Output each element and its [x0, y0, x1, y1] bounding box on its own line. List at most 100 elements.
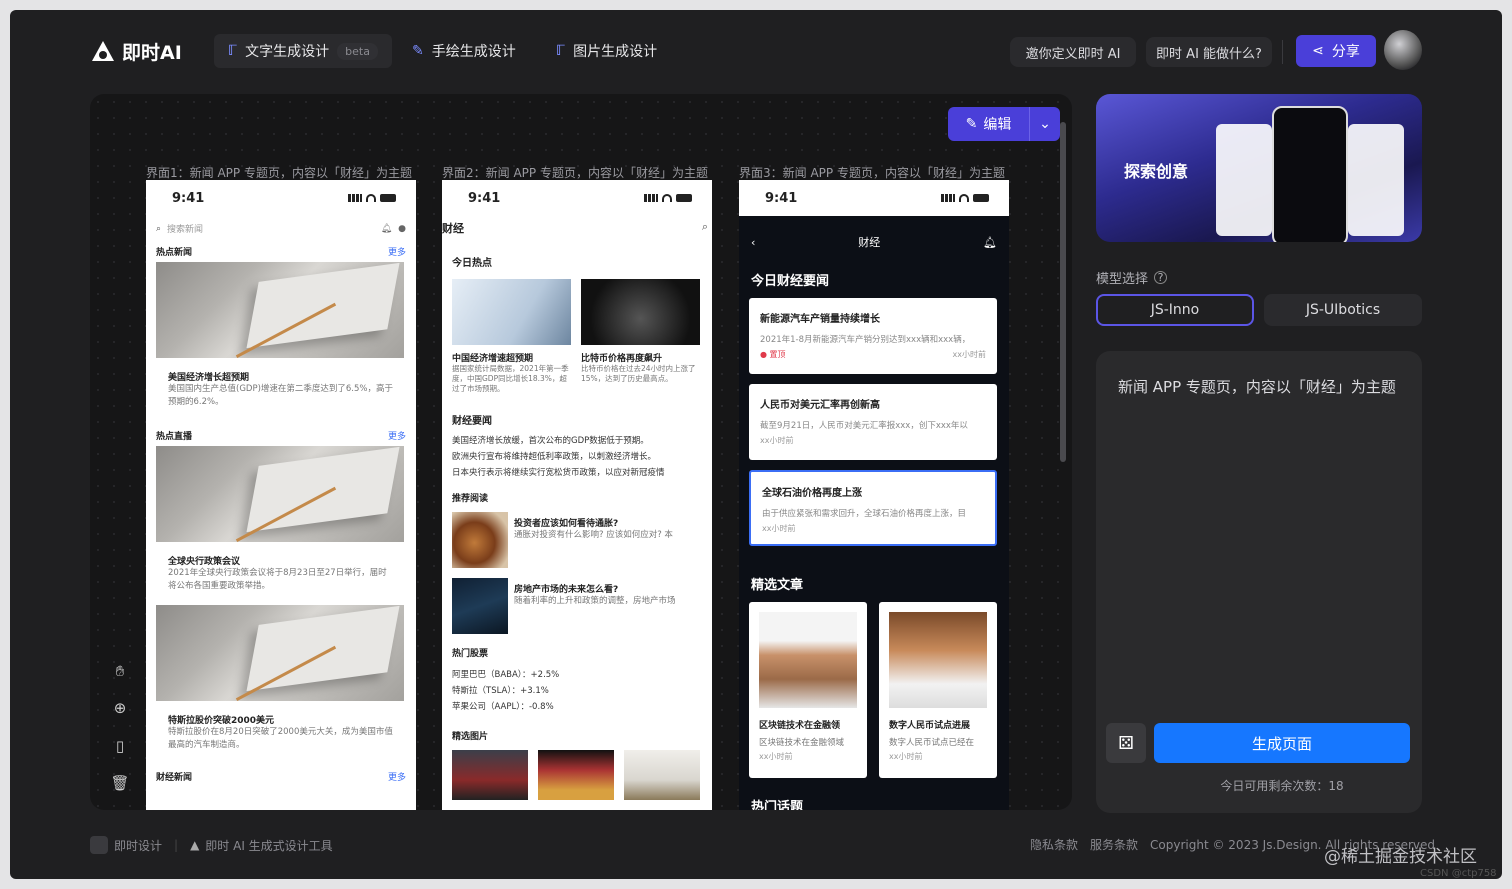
text-design-icon: ℾ — [228, 43, 238, 59]
section-title: 热门股票 — [452, 649, 489, 659]
stock-line[interactable]: 苹果公司（AAPL）：-0.8% — [452, 699, 702, 715]
article-card[interactable]: 区块链技术在金融领 区块链技术在金融领域 xx小时前 — [749, 602, 867, 778]
locate-icon[interactable]: ⊕ — [114, 699, 127, 717]
tab-image-design[interactable]: ℾ 图片生成设计 — [542, 34, 671, 68]
jishi-logo-icon — [90, 836, 108, 854]
tab-text-design[interactable]: ℾ 文字生成设计 beta — [214, 34, 392, 68]
wifi-icon — [959, 194, 969, 202]
stock-line[interactable]: 特斯拉（TSLA）：+3.1% — [452, 683, 702, 699]
frame-label-1: 界面1：新闻 APP 专题页，内容以「财经」为主题 — [146, 166, 412, 180]
status-bar: 9:41 — [739, 180, 1009, 216]
top-bar: 即时AI ℾ 文字生成设计 beta ✎ 手绘生成设计 ℾ 图片生成设计 邀你定… — [10, 10, 1502, 94]
hot-title[interactable]: 比特币价格再度飙升 — [581, 351, 700, 364]
card-desc: 2021年1-8月新能源汽车产销分别达到xxx辆和xxx辆， — [760, 335, 971, 345]
avatar[interactable] — [1384, 30, 1422, 70]
prompt-panel: 新闻 APP 专题页，内容以「财经」为主题 ⚄ 生成页面 今日可用剩余次数：18 — [1096, 351, 1422, 813]
hot-title[interactable]: 中国经济增速超预期 — [452, 351, 571, 364]
what-can-ai-do-button[interactable]: 即时 AI 能做什么? — [1146, 37, 1272, 67]
card-title: 人民币对美元汇率再创新高 — [760, 400, 880, 411]
dice-random-button[interactable]: ⚄ — [1106, 723, 1146, 763]
share-button[interactable]: ⋖ 分享 — [1296, 35, 1376, 67]
frame-2[interactable]: 9:41 财经 ⌕ 今日热点 中国经济增速超预期 据国家统计局数据，2021年第… — [442, 180, 712, 810]
news-desc: 特斯拉股价在8月20日突破了2000美元大关，成为美国市值最高的汽车制造商。 — [168, 727, 393, 750]
edit-main[interactable]: ✎ 编辑 — [948, 107, 1030, 141]
more-link[interactable]: 更多 — [388, 429, 406, 442]
explore-banner[interactable]: 探索创意 — [1096, 94, 1422, 242]
watermark-juejin: @稀土掘金技术社区 — [1324, 847, 1477, 867]
article-desc: 区块链技术在金融领域 — [759, 738, 845, 748]
news-line[interactable]: 美国经济增长放缓，首次公布的GDP数据低于预期。 — [452, 433, 702, 449]
device-icon[interactable]: ▯ — [116, 737, 124, 755]
terms-link[interactable]: 服务条款 — [1090, 836, 1138, 853]
reco-desc: 随着利率的上升和政策的调整，房地产市场 — [514, 596, 676, 606]
search-placeholder: 搜索新闻 — [167, 225, 204, 235]
frame-1[interactable]: 9:41 ⌕ 搜索新闻 🔔︎ ● 热点新闻 更多 美国经济增长超预期 美国国内生产… — [146, 180, 416, 810]
sketch-icon: ✎ — [412, 43, 424, 59]
news-card[interactable]: 人民币对美元汇率再创新高 截至9月21日，人民币对美元汇率报xxx，创下xxx年… — [749, 384, 997, 460]
design-canvas[interactable]: ✎ 编辑 ⌄ 界面1：新闻 APP 专题页，内容以「财经」为主题 界面2：新闻 … — [90, 94, 1072, 810]
status-bar: 9:41 — [442, 180, 712, 216]
card-time: xx小时前 — [762, 524, 796, 533]
invite-button[interactable]: 邀你定义即时 AI — [1010, 37, 1136, 67]
search-bar[interactable]: ⌕ 搜索新闻 🔔︎ ● — [146, 216, 416, 241]
article-card[interactable]: 数字人民币试点进展 数字人民币试点已经在 xx小时前 — [879, 602, 997, 778]
news-title[interactable]: 特斯拉股价突破2000美元 — [168, 713, 394, 726]
mockup-screen — [1216, 124, 1272, 236]
person-image — [889, 612, 987, 708]
news-line[interactable]: 日本央行表示将继续实行宽松货币政策，以应对新冠疫情 — [452, 465, 702, 481]
edit-button[interactable]: ✎ 编辑 ⌄ — [948, 107, 1060, 141]
reco-title: 投资者应该如何看待通胀? — [514, 519, 619, 529]
canvas-scrollbar[interactable] — [1060, 122, 1066, 462]
footer-brand[interactable]: 即时 AI 生成式设计工具 — [205, 837, 332, 854]
image-design-icon: ℾ — [556, 43, 566, 59]
section-title: 精选图片 — [452, 732, 489, 742]
help-icon[interactable]: ? — [1154, 271, 1168, 284]
app-logo[interactable]: 即时AI — [90, 38, 182, 65]
section-header: 财经新闻 更多 — [156, 770, 406, 783]
frame-label-2: 界面2：新闻 APP 专题页，内容以「财经」为主题 — [442, 166, 708, 180]
card-desc: 截至9月21日，人民币对美元汇率报xxx，创下xxx年以 — [760, 421, 968, 431]
news-card[interactable]: 新能源汽车产销量持续增长 2021年1-8月新能源汽车产销分别达到xxx辆和xx… — [749, 298, 997, 374]
news-title[interactable]: 美国经济增长超预期 — [168, 370, 394, 383]
privacy-link[interactable]: 隐私条款 — [1030, 836, 1078, 853]
wifi-icon — [662, 194, 672, 202]
more-link[interactable]: 更多 — [388, 245, 406, 258]
model-js-uibotics[interactable]: JS-UIbotics — [1264, 294, 1422, 326]
reco-item[interactable]: 投资者应该如何看待通胀? 通胀对投资有什么影响? 应该如何应对? 本 — [452, 512, 702, 568]
section-title: 精选文章 — [751, 578, 804, 593]
hand-tool-icon[interactable]: ✋︎ — [116, 662, 125, 680]
market-image — [452, 578, 508, 634]
news-image — [156, 262, 404, 358]
news-line[interactable]: 欧洲央行宣布将维持超低利率政策，以刺激经济增长。 — [452, 449, 702, 465]
generate-button[interactable]: 生成页面 — [1154, 723, 1410, 763]
card-time: xx小时前 — [952, 350, 986, 359]
edit-dropdown[interactable]: ⌄ — [1030, 116, 1060, 132]
footer-brand[interactable]: 即时设计 — [114, 837, 162, 854]
edit-label: 编辑 — [983, 117, 1012, 133]
stock-line[interactable]: 阿里巴巴（BABA）：+2.5% — [452, 667, 702, 683]
search-icon[interactable]: ⌕ — [702, 220, 708, 236]
news-desc: 2021年全球央行政策会议将于8月23日至27日举行，届时将公布各国重要政策举措… — [168, 568, 387, 591]
more-link[interactable]: 更多 — [388, 770, 406, 783]
back-icon[interactable]: ‹ — [751, 236, 755, 249]
reco-title: 房地产市场的未来怎么看? — [514, 585, 619, 595]
status-time: 9:41 — [172, 190, 205, 206]
bell-icon[interactable]: 🔔︎ — [983, 236, 997, 249]
news-card-selected[interactable]: 全球石油价格再度上涨 由于供应紧张和需求回升，全球石油价格再度上涨，目 xx小时… — [749, 470, 997, 546]
tab-label: 图片生成设计 — [573, 44, 658, 60]
article-desc: 数字人民币试点已经在 — [889, 738, 975, 748]
article-time: xx小时前 — [889, 752, 923, 761]
signal-icon — [348, 194, 362, 202]
trash-icon[interactable]: 🗑︎ — [110, 774, 129, 792]
tab-sketch-design[interactable]: ✎ 手绘生成设计 — [398, 34, 530, 68]
prompt-textarea[interactable]: 新闻 APP 专题页，内容以「财经」为主题 — [1118, 375, 1408, 399]
reco-item[interactable]: 房地产市场的未来怎么看? 随着利率的上升和政策的调整，房地产市场 — [452, 578, 702, 634]
model-js-inno[interactable]: JS-Inno — [1096, 294, 1254, 326]
news-title[interactable]: 全球央行政策会议 — [168, 554, 394, 567]
section-title: 今日财经要闻 — [751, 274, 830, 289]
chevron-down-icon: ⌄ — [1039, 116, 1051, 132]
hot-image — [581, 279, 700, 345]
section-title: 热点直播 — [156, 432, 193, 442]
model-label: 模型选择 — [1096, 272, 1149, 287]
frame-3[interactable]: 9:41 ‹ 财经 🔔︎ 今日财经要闻 新能源汽车产销量持续增长 2021年1-… — [739, 180, 1009, 810]
